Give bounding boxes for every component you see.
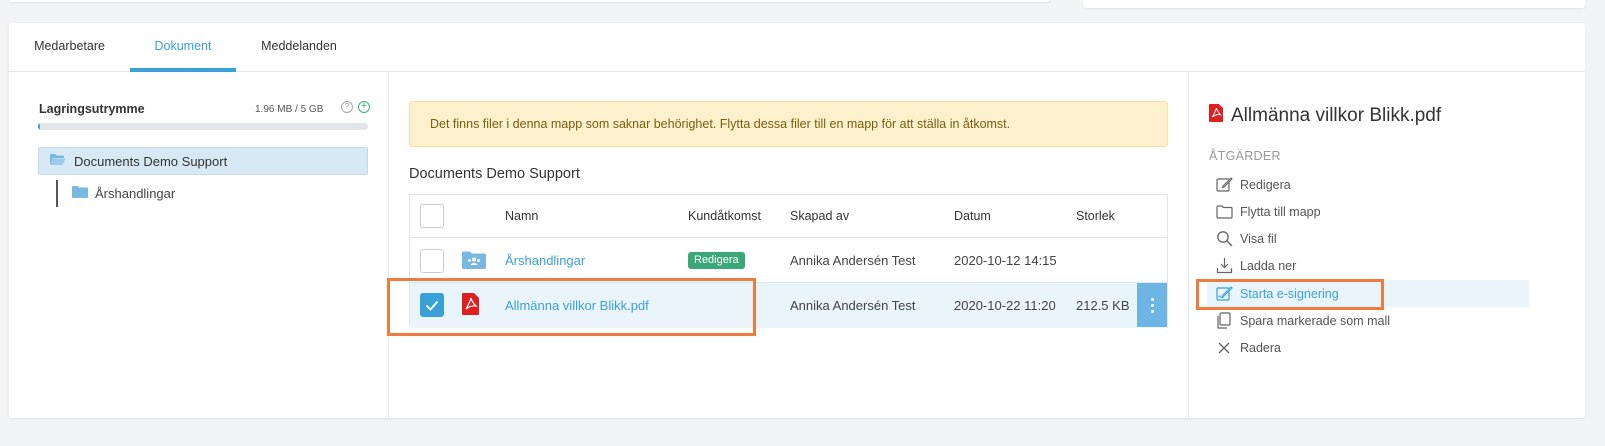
action-label: Visa fil — [1240, 231, 1277, 246]
highlight-e-signing-action — [1196, 279, 1384, 310]
search-icon — [1215, 230, 1233, 248]
open-folder-icon — [49, 153, 66, 169]
tree-item-label: Årshandlingar — [95, 185, 176, 201]
column-header-access[interactable]: Kundåtkomst — [688, 195, 761, 238]
action-label: Redigera — [1240, 177, 1291, 192]
table-row[interactable]: Årshandlingar Redigera Annika Andersén T… — [410, 238, 1167, 283]
action-move-to-folder[interactable]: Flytta till mapp — [1207, 198, 1529, 225]
folder-title: Documents Demo Support — [409, 166, 580, 182]
top-card-right — [1083, 0, 1585, 8]
access-badge: Redigera — [688, 252, 745, 269]
date-cell: 2020-10-22 11:20 — [954, 298, 1056, 313]
row-checkbox[interactable] — [420, 249, 444, 273]
action-download[interactable]: Ladda ner — [1207, 252, 1529, 279]
tree-item-label: Documents Demo Support — [74, 153, 228, 169]
column-header-date[interactable]: Datum — [954, 195, 991, 238]
tab-medarbetare[interactable]: Medarbetare — [9, 23, 130, 72]
column-header-name[interactable]: Namn — [505, 195, 538, 238]
file-title-text: Allmänna villkor Blikk.pdf — [1231, 105, 1442, 126]
kebab-dot — [1151, 298, 1154, 301]
storage-value: 1.96 MB / 5 GB — [255, 104, 324, 115]
action-save-as-template[interactable]: Spara markerade som mall — [1207, 307, 1529, 334]
selected-file-title: Allmänna villkor Blikk.pdf — [1209, 103, 1441, 129]
file-list-area: Det finns filer i denna mapp som saknar … — [389, 72, 1189, 418]
column-header-size[interactable]: Storlek — [1076, 195, 1115, 238]
storage-progress-fill — [38, 123, 40, 130]
folder-icon — [72, 185, 88, 201]
copy-icon — [1215, 312, 1233, 330]
date-cell: 2020-10-12 14:15 — [954, 253, 1057, 268]
action-delete[interactable]: Radera — [1207, 334, 1529, 361]
table-header: Namn Kundåtkomst Skapad av Datum Storlek — [410, 195, 1167, 238]
kebab-dot — [1151, 310, 1154, 313]
tab-bar: Medarbetare Dokument Meddelanden — [9, 23, 1585, 72]
action-view-file[interactable]: Visa fil — [1207, 225, 1529, 252]
action-edit[interactable]: Redigera — [1207, 171, 1529, 198]
documents-panel: Medarbetare Dokument Meddelanden Lagring… — [9, 23, 1585, 418]
storage-progress-bar — [38, 123, 368, 130]
tab-dokument[interactable]: Dokument — [130, 23, 236, 72]
tree-item-arshandlingar[interactable]: Årshandlingar — [72, 181, 175, 205]
permission-alert: Det finns filer i denna mapp som saknar … — [409, 101, 1168, 147]
created-by-cell: Annika Andersén Test — [790, 298, 916, 313]
top-card-left — [9, 0, 1050, 2]
file-name-link[interactable]: Årshandlingar — [505, 238, 585, 283]
select-all-checkbox[interactable] — [420, 204, 444, 228]
folder-icon — [1215, 203, 1233, 221]
edit-icon — [1215, 176, 1233, 194]
pdf-icon — [1209, 103, 1223, 129]
close-icon — [1215, 339, 1233, 357]
help-icon[interactable]: ? — [341, 101, 353, 113]
shared-folder-icon — [462, 251, 486, 272]
actions-heading: ÅTGÄRDER — [1209, 149, 1281, 163]
kebab-dot — [1151, 304, 1154, 307]
row-menu-button[interactable] — [1137, 283, 1167, 327]
tree-item-root-folder[interactable]: Documents Demo Support — [38, 147, 368, 175]
action-label: Radera — [1240, 340, 1281, 355]
action-label: Ladda ner — [1240, 258, 1297, 273]
created-by-cell: Annika Andersén Test — [790, 253, 916, 268]
tab-meddelanden[interactable]: Meddelanden — [245, 23, 353, 72]
file-details-panel: Allmänna villkor Blikk.pdf ÅTGÄRDER Redi… — [1189, 72, 1585, 418]
size-cell: 212.5 KB — [1076, 298, 1130, 313]
action-label: Spara markerade som mall — [1240, 313, 1391, 328]
download-icon — [1215, 257, 1233, 275]
tree-connector-line — [56, 180, 58, 207]
storage-label: Lagringsutrymme — [39, 102, 145, 116]
action-label: Flytta till mapp — [1240, 204, 1321, 219]
highlight-selected-row — [387, 278, 756, 336]
column-header-created-by[interactable]: Skapad av — [790, 195, 849, 238]
folder-sidebar: Lagringsutrymme 1.96 MB / 5 GB ? + Docum… — [9, 72, 389, 418]
add-icon[interactable]: + — [358, 101, 370, 113]
